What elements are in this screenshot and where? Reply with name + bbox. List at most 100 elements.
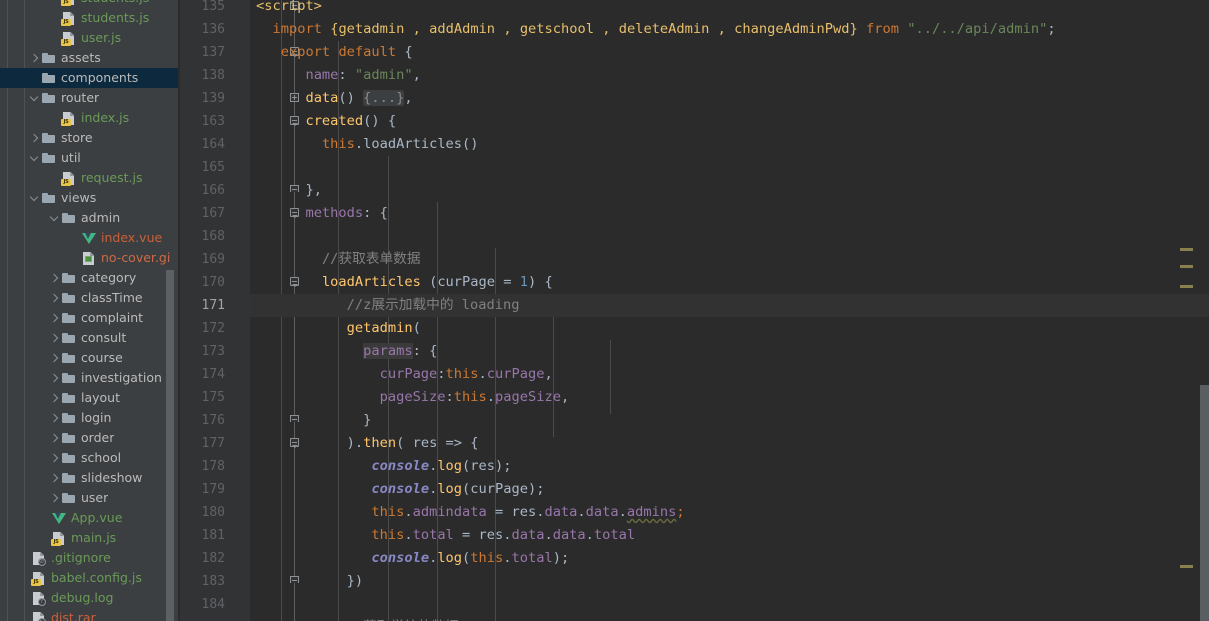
code-line-165[interactable]	[250, 156, 1209, 179]
code-line-173[interactable]: params: {	[250, 340, 1209, 363]
project-tool-window[interactable]: JS students.js JS students.js JS user.js asset…	[0, 0, 180, 621]
chevron-right-icon[interactable]	[48, 308, 61, 328]
tree-item-babel-config-js[interactable]: JS babel.config.js	[0, 568, 180, 588]
code-line-172[interactable]: getadmin(	[250, 317, 1209, 340]
tree-item-user-js[interactable]: JS user.js	[0, 28, 180, 48]
tree-item-consult[interactable]: consult	[0, 328, 180, 348]
line-number: 175	[201, 390, 225, 405]
line-number: 170	[201, 275, 225, 290]
chevron-right-icon[interactable]	[28, 48, 41, 68]
chevron-right-icon[interactable]	[28, 128, 41, 148]
tree-item-router[interactable]: router	[0, 88, 180, 108]
code-line-139[interactable]: data() {...},	[250, 87, 1209, 110]
code-text-area[interactable]: <script> import {getadmin , addAdmin , g…	[250, 0, 1209, 621]
tree-item-school[interactable]: school	[0, 448, 180, 468]
editor-pane[interactable]: 135 136 137 138 139 163 164 165 166 167 168 169 170 1…	[180, 0, 1209, 621]
code-line-181[interactable]: this.total = res.data.data.total	[250, 524, 1209, 547]
chevron-right-icon[interactable]	[48, 408, 61, 428]
editor-scrollbar-thumb[interactable]	[1200, 385, 1209, 621]
chevron-down-icon[interactable]	[28, 148, 41, 168]
tree-item-assets[interactable]: assets	[0, 48, 180, 68]
warning-marker[interactable]	[1180, 565, 1193, 568]
code-line-137[interactable]: export default {	[250, 41, 1209, 64]
code-line-170[interactable]: loadArticles (curPage = 1) {	[250, 271, 1209, 294]
tree-item-label: students.js	[81, 10, 150, 25]
code-line-138[interactable]: name: "admin",	[250, 64, 1209, 87]
code-line-168[interactable]	[250, 225, 1209, 248]
chevron-right-icon[interactable]	[48, 428, 61, 448]
code-line-182[interactable]: console.log(this.total);	[250, 547, 1209, 570]
tree-item-layout[interactable]: layout	[0, 388, 180, 408]
warning-marker[interactable]	[1180, 285, 1193, 288]
tree-item-admin[interactable]: admin	[0, 208, 180, 228]
code-line-175[interactable]: pageSize:this.pageSize,	[250, 386, 1209, 409]
line-number-gutter[interactable]: 135 136 137 138 139 163 164 165 166 167 168 169 170 1…	[180, 0, 233, 621]
code-line-171[interactable]: //z展示加载中的 loading	[250, 294, 1209, 317]
chevron-right-icon[interactable]	[48, 488, 61, 508]
code-line-164[interactable]: this.loadArticles()	[250, 133, 1209, 156]
code-line-177[interactable]: ).then( res => {	[250, 432, 1209, 455]
tree-item-slideshow[interactable]: slideshow	[0, 468, 180, 488]
chevron-down-icon[interactable]	[28, 188, 41, 208]
chevron-down-icon[interactable]	[48, 208, 61, 228]
code-line-179[interactable]: console.log(curPage);	[250, 478, 1209, 501]
tree-item-components[interactable]: components	[0, 68, 180, 88]
code-line-135[interactable]: <script>	[250, 0, 1209, 18]
tree-item-debug-log[interactable]: ? debug.log	[0, 588, 180, 608]
tree-item-complaint[interactable]: complaint	[0, 308, 180, 328]
tree-item-order[interactable]: order	[0, 428, 180, 448]
line-number: 165	[201, 160, 225, 175]
tree-item-index-vue[interactable]: index.vue	[0, 228, 180, 248]
code-line-174[interactable]: curPage:this.curPage,	[250, 363, 1209, 386]
warning-marker[interactable]	[1180, 265, 1193, 268]
line-number: 135	[201, 0, 225, 14]
tree-item-views[interactable]: views	[0, 188, 180, 208]
tree-item-util[interactable]: util	[0, 148, 180, 168]
code-folding-gutter[interactable]	[233, 0, 299, 621]
code-line-183[interactable]: })	[250, 570, 1209, 593]
chevron-right-icon[interactable]	[48, 468, 61, 488]
tree-item-students-js[interactable]: JS students.js	[0, 8, 180, 28]
chevron-right-icon[interactable]	[48, 328, 61, 348]
chevron-right-icon[interactable]	[48, 388, 61, 408]
code-line-166[interactable]: },	[250, 179, 1209, 202]
tree-item-category[interactable]: category	[0, 268, 180, 288]
tree-item-login[interactable]: login	[0, 408, 180, 428]
chevron-down-icon[interactable]	[28, 88, 41, 108]
code-line-169[interactable]: //获取表单数据	[250, 248, 1209, 271]
tree-item-label: index.js	[81, 110, 130, 125]
code-line-163[interactable]: created() {	[250, 110, 1209, 133]
tree-item-dist-rar[interactable]: ▸ dist.rar	[0, 608, 180, 621]
chevron-right-icon[interactable]	[48, 368, 61, 388]
tree-item-index-js[interactable]: JS index.js	[0, 108, 180, 128]
tree-item--gitignore[interactable]: ⊘ .gitignore	[0, 548, 180, 568]
code-line-180[interactable]: this.admindata = res.data.data.admins;	[250, 501, 1209, 524]
tree-item-request-js[interactable]: JS request.js	[0, 168, 180, 188]
chevron-right-icon[interactable]	[48, 268, 61, 288]
marker-gutter[interactable]	[1180, 0, 1209, 621]
code-line-178[interactable]: console.log(res);	[250, 455, 1209, 478]
tree-item-main-js[interactable]: JS main.js	[0, 528, 180, 548]
tree-item-no-cover-gi[interactable]: no-cover.gi	[0, 248, 180, 268]
chevron-right-icon[interactable]	[48, 288, 61, 308]
tree-item-course[interactable]: course	[0, 348, 180, 368]
folder-icon	[61, 430, 77, 446]
folder-icon	[61, 350, 77, 366]
code-line-partial: //获取学校的数据	[250, 616, 1209, 621]
tree-item-classtime[interactable]: classTime	[0, 288, 180, 308]
chevron-right-icon[interactable]	[48, 448, 61, 468]
sidebar-scrollbar[interactable]	[166, 270, 174, 621]
tree-item-students-js[interactable]: JS students.js	[0, 0, 180, 8]
code-line-176[interactable]: }	[250, 409, 1209, 432]
tree-item-app-vue[interactable]: App.vue	[0, 508, 180, 528]
code-line-136[interactable]: import {getadmin , addAdmin , getschool …	[250, 18, 1209, 41]
code-line-167[interactable]: methods: {	[250, 202, 1209, 225]
chevron-right-icon[interactable]	[48, 348, 61, 368]
tree-item-investigation[interactable]: investigation	[0, 368, 180, 388]
tree-item-store[interactable]: store	[0, 128, 180, 148]
warning-marker[interactable]	[1180, 248, 1193, 251]
code-line-184[interactable]	[250, 593, 1209, 616]
tree-item-user[interactable]: user	[0, 488, 180, 508]
